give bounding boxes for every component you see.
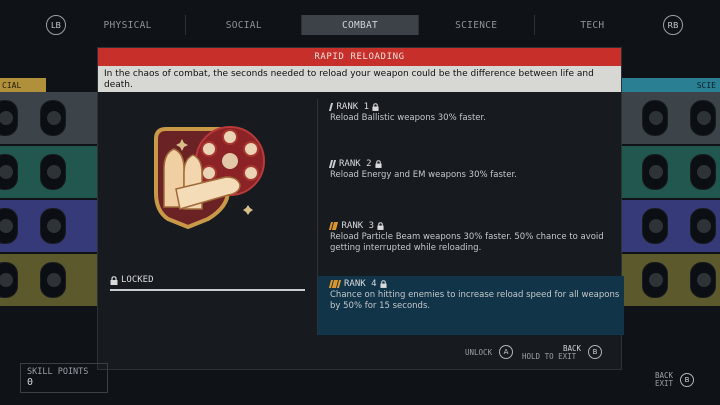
skill-points-box: SKILL POINTS 0 [20,363,108,393]
unlock-label[interactable]: UNLOCK [465,348,492,357]
rank-item-2[interactable]: RANK 2 Reload Energy and EM weapons 30% … [318,158,624,192]
rank-description: Reload Ballistic weapons 30% faster. [330,113,486,123]
skill-slot[interactable] [40,262,66,298]
tab-science[interactable]: SCIENCE [419,15,535,35]
lock-icon [374,159,382,168]
skill-slot[interactable] [690,208,716,244]
rb-button[interactable]: RB [663,15,683,35]
corner-b-button[interactable]: B [680,373,694,387]
locked-label: LOCKED [121,275,154,285]
progress-bar [110,289,305,291]
skill-slot[interactable] [40,208,66,244]
rank-bars-icon [328,102,333,111]
unlock-a-button[interactable]: A [499,345,513,359]
rank-label: RANK 1 [336,101,370,112]
skill-description: In the chaos of combat, the seconds need… [98,66,621,92]
right-category-header: SCIE [620,78,720,92]
lock-icon [110,275,118,285]
rank-item-4[interactable]: RANK 4 Chance on hitting enemies to incr… [318,276,624,335]
rank-label: RANK 3 [341,220,375,231]
rank-label: RANK 4 [344,278,377,289]
top-bar: LB PHYSICAL SOCIAL COMBAT SCIENCE TECH R… [0,0,720,50]
rank-label: RANK 2 [339,158,372,169]
skill-slot[interactable] [642,154,668,190]
skill-slot[interactable] [690,262,716,298]
lock-icon [379,279,387,288]
rank-list: RANK 1 Reload Ballistic weapons 30% fast… [317,99,624,335]
corner-back-exit[interactable]: BACK EXIT B [655,372,700,392]
skill-slot[interactable] [0,100,18,136]
category-tabs: PHYSICAL SOCIAL COMBAT SCIENCE TECH [70,15,650,35]
rank-description: Reload Energy and EM weapons 30% faster. [330,170,517,180]
skill-slot[interactable] [642,262,668,298]
skill-points-label: SKILL POINTS [27,367,89,377]
skill-slot[interactable] [0,262,18,298]
lock-icon [372,102,379,111]
skill-slot[interactable] [0,208,18,244]
skill-slot[interactable] [690,154,716,190]
back-label[interactable]: BACK [563,344,581,353]
skill-slot[interactable] [642,100,668,136]
tab-social[interactable]: SOCIAL [186,15,303,35]
skill-title: RAPID RELOADING [98,48,621,66]
rank-bars-icon [328,159,336,168]
back-b-button[interactable]: B [588,345,602,359]
skill-slot[interactable] [40,154,66,190]
rank-description: Chance on hitting enemies to increase re… [330,290,620,311]
skill-slot[interactable] [642,208,668,244]
tab-physical[interactable]: PHYSICAL [70,15,187,35]
rank-description: Reload Particle Beam weapons 30% faster.… [330,232,604,253]
skill-slot[interactable] [690,100,716,136]
dialog-body: LOCKED RANK 1 Reload Ballistic weapons 3… [98,99,624,335]
tab-combat[interactable]: COMBAT [302,15,419,35]
rank-item-3[interactable]: RANK 3 Reload Particle Beam weapons 30% … [318,220,624,266]
lb-button[interactable]: LB [46,15,66,35]
rank-bars-icon [328,221,338,230]
dialog-footer: UNLOCK A HOLD TO EXIT BACK B [98,333,623,369]
skill-points-value: 0 [27,377,34,388]
rank-item-1[interactable]: RANK 1 Reload Ballistic weapons 30% fast… [318,101,624,135]
hold-to-exit-label: HOLD TO EXIT [522,352,577,361]
skill-detail-dialog: RAPID RELOADING In the chaos of combat, … [97,47,624,370]
skill-slot[interactable] [0,154,18,190]
lock-icon [377,221,384,230]
skill-badge-panel: LOCKED [98,99,317,335]
locked-status: LOCKED [110,275,154,285]
corner-exit-label: EXIT [655,379,674,388]
skill-slot[interactable] [40,100,66,136]
rank-bars-icon [328,279,341,288]
left-category-header: CIAL [0,78,46,92]
rapid-reloading-badge-icon [154,126,265,229]
tab-tech[interactable]: TECH [535,15,650,35]
